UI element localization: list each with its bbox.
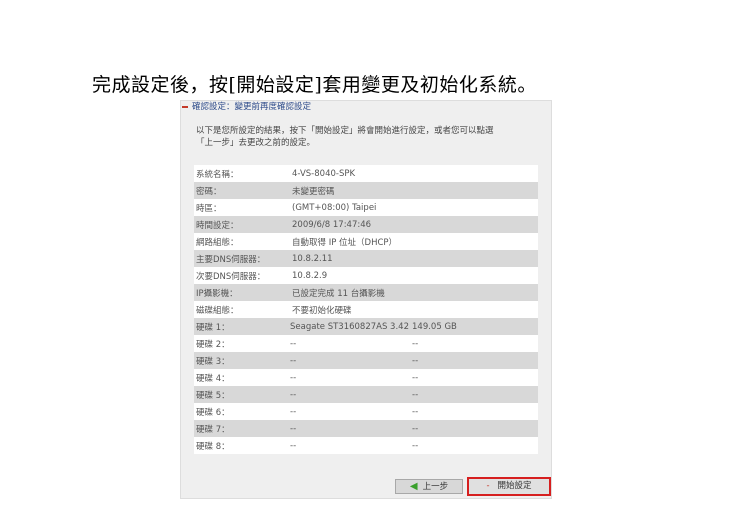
disk-row: 硬碟 8： -- -- <box>194 437 538 454</box>
row-label: 系統名稱： <box>196 169 239 180</box>
disk-size: -- <box>412 440 419 451</box>
table-row: 次要DNS伺服器： 10.8.2.9 <box>194 267 538 284</box>
disk-size: -- <box>412 423 419 434</box>
row-label: 次要DNS伺服器： <box>196 271 266 282</box>
table-row: 主要DNS伺服器： 10.8.2.11 <box>194 250 538 267</box>
row-value: 自動取得 IP 位址（DHCP） <box>292 237 398 248</box>
disk-model: -- <box>290 440 297 451</box>
disk-label: 硬碟 7： <box>196 424 230 435</box>
disk-label: 硬碟 4： <box>196 373 230 384</box>
row-label: 時間設定： <box>196 220 239 231</box>
table-row: 時區： (GMT+08:00) Taipei <box>194 199 538 216</box>
row-value: 10.8.2.9 <box>292 270 328 281</box>
table-row: 密碼： 未變更密碼 <box>194 182 538 199</box>
disk-model: -- <box>290 423 297 434</box>
disk-model: -- <box>290 389 297 400</box>
table-row: 時間設定： 2009/6/8 17:47:46 <box>194 216 538 233</box>
disk-size: -- <box>412 406 419 417</box>
disk-size: -- <box>412 355 419 366</box>
disk-label: 硬碟 1： <box>196 322 230 333</box>
disk-model: Seagate ST3160827AS 3.42 <box>290 321 409 332</box>
table-row: 網路組態： 自動取得 IP 位址（DHCP） <box>194 233 538 250</box>
disk-size: -- <box>412 338 419 349</box>
disk-size: -- <box>412 372 419 383</box>
disk-size: 149.05 GB <box>412 321 457 332</box>
row-label: 磁碟組態： <box>196 305 239 316</box>
start-setup-button[interactable]: - 開始設定 <box>467 477 551 496</box>
row-value: (GMT+08:00) Taipei <box>292 202 377 213</box>
row-label: IP攝影機： <box>196 288 238 299</box>
row-label: 主要DNS伺服器： <box>196 254 266 265</box>
row-value: 不要初始化硬碟 <box>292 305 352 316</box>
start-setup-label: 開始設定 <box>497 481 532 491</box>
disk-label: 硬碟 3： <box>196 356 230 367</box>
table-row: IP攝影機： 已設定完成 11 台攝影機 <box>194 284 538 301</box>
row-label: 密碼： <box>196 186 222 197</box>
prev-step-button[interactable]: ◀ 上一步 <box>395 479 463 494</box>
row-label: 時區： <box>196 203 222 214</box>
intro-line-2: 「上一步」去更改之前的設定。 <box>196 138 316 148</box>
disk-row: 硬碟 1： Seagate ST3160827AS 3.42 149.05 GB <box>194 318 538 335</box>
disk-row: 硬碟 4： -- -- <box>194 369 538 386</box>
row-value: 2009/6/8 17:47:46 <box>292 219 372 230</box>
confirm-settings-panel: 確認設定：變更前再度確認設定 以下是您所設定的結果，按下「開始設定」將會開始進行… <box>180 100 552 499</box>
disk-row: 硬碟 7： -- -- <box>194 420 538 437</box>
document-instruction: 完成設定後，按[開始設定]套用變更及初始化系統。 <box>92 74 537 96</box>
table-row: 磁碟組態： 不要初始化硬碟 <box>194 301 538 318</box>
collapse-minus-icon[interactable] <box>182 105 188 108</box>
arrow-left-icon: ◀ <box>409 481 418 492</box>
disk-model: -- <box>290 406 297 417</box>
disk-row: 硬碟 3： -- -- <box>194 352 538 369</box>
intro-text: 以下是您所設定的結果，按下「開始設定」將會開始進行設定，或者您可以點選 「上一步… <box>196 125 541 149</box>
prev-step-label: 上一步 <box>422 482 449 492</box>
row-value: 4-VS-8040-SPK <box>292 168 356 179</box>
panel-header: 確認設定：變更前再度確認設定 <box>181 101 551 113</box>
disk-row: 硬碟 5： -- -- <box>194 386 538 403</box>
table-row: 系統名稱： 4-VS-8040-SPK <box>194 165 538 182</box>
settings-summary-table: 系統名稱： 4-VS-8040-SPK 密碼： 未變更密碼 時區： (GMT+0… <box>194 165 538 454</box>
disk-model: -- <box>290 355 297 366</box>
disk-model: -- <box>290 338 297 349</box>
disk-label: 硬碟 5： <box>196 390 230 401</box>
row-value: 10.8.2.11 <box>292 253 333 264</box>
bullet-icon: - <box>486 481 490 491</box>
row-value: 已設定完成 11 台攝影機 <box>292 288 385 299</box>
disk-label: 硬碟 8： <box>196 441 230 452</box>
disk-row: 硬碟 2： -- -- <box>194 335 538 352</box>
row-label: 網路組態： <box>196 237 239 248</box>
row-value: 未變更密碼 <box>292 186 335 197</box>
disk-label: 硬碟 2： <box>196 339 230 350</box>
disk-row: 硬碟 6： -- -- <box>194 403 538 420</box>
disk-label: 硬碟 6： <box>196 407 230 418</box>
panel-title: 確認設定：變更前再度確認設定 <box>192 102 312 112</box>
intro-line-1: 以下是您所設定的結果，按下「開始設定」將會開始進行設定，或者您可以點選 <box>196 126 494 136</box>
disk-model: -- <box>290 372 297 383</box>
disk-size: -- <box>412 389 419 400</box>
